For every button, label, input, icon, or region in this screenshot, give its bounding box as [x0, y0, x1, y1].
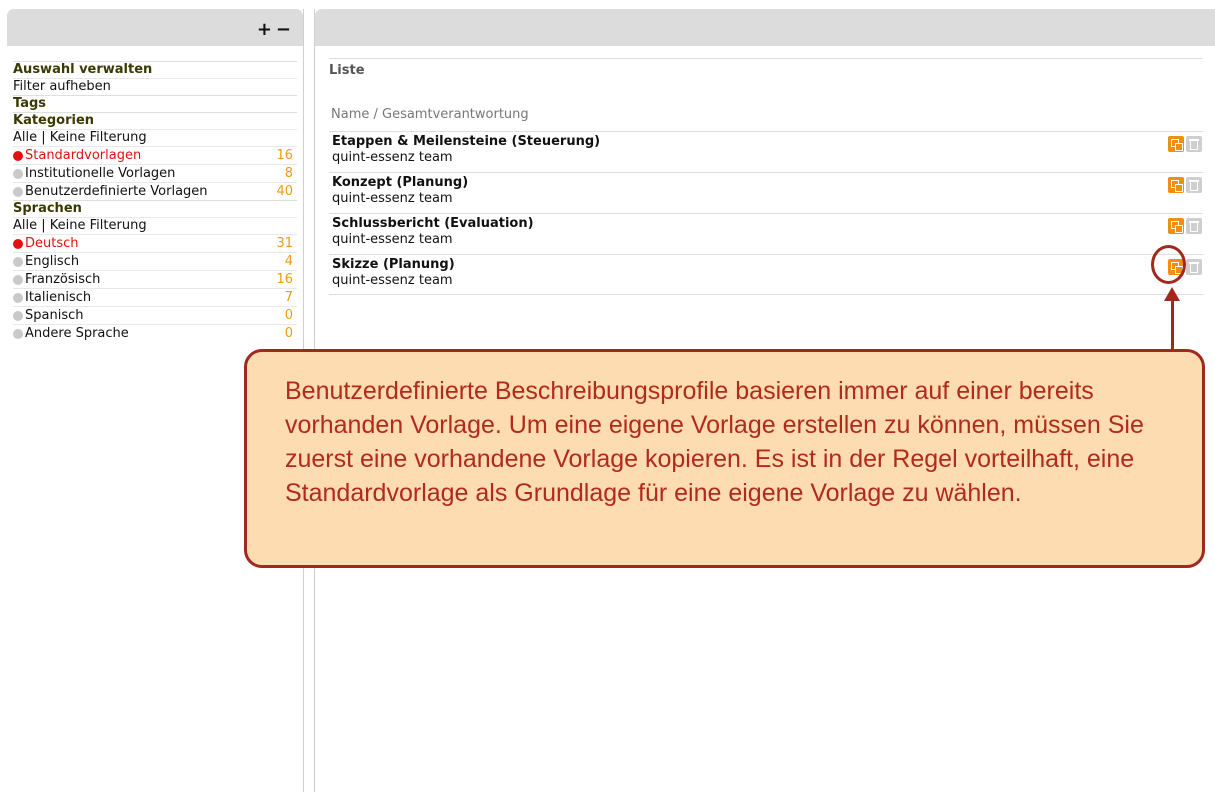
row-actions [1168, 218, 1202, 234]
language-filter-item[interactable]: Italienisch 7 [13, 288, 297, 306]
separator: | [41, 130, 46, 145]
filter-count: 40 [276, 183, 293, 199]
trash-icon[interactable] [1186, 177, 1202, 193]
trash-icon[interactable] [1186, 218, 1202, 234]
language-filter-item[interactable]: Deutsch 31 [13, 234, 297, 252]
tags-section-title[interactable]: Tags [13, 95, 297, 112]
category-filter-item[interactable]: Standardvorlagen 16 [13, 146, 297, 164]
filter-count: 4 [284, 253, 293, 269]
language-filter-item[interactable]: Französisch 16 [13, 270, 297, 288]
categories-filter-links: Alle | Keine Filterung [13, 129, 297, 146]
filter-count: 16 [276, 147, 293, 163]
inactive-dot-icon [13, 256, 23, 267]
categories-all-link[interactable]: Alle [13, 130, 37, 145]
content-panel-header [315, 9, 1215, 46]
categories-none-link[interactable]: Keine Filterung [50, 130, 147, 145]
trash-icon[interactable] [1186, 136, 1202, 152]
inactive-dot-icon [13, 328, 23, 339]
template-list: Etappen & Meilensteine (Steuerung) quint-… [329, 131, 1203, 295]
language-filter-label: Andere Sprache [13, 326, 129, 342]
trash-icon[interactable] [1186, 259, 1202, 275]
copy-icon[interactable] [1168, 136, 1184, 152]
language-filter-item[interactable]: Spanisch 0 [13, 306, 297, 324]
template-name[interactable]: Konzept (Planung) [332, 173, 1203, 191]
category-filter-label: Institutionelle Vorlagen [13, 166, 175, 182]
filter-label-text: Spanisch [25, 307, 84, 323]
list-title: Liste [329, 58, 1203, 78]
filter-label-text: Französisch [25, 271, 101, 287]
language-list: Deutsch 31 Englisch 4 Französisch 16 Italienis… [13, 234, 297, 342]
active-dot-icon [13, 238, 23, 249]
language-filter-label: Englisch [13, 254, 79, 270]
column-header[interactable]: Name / Gesamtverantwortung [331, 107, 529, 122]
inactive-dot-icon [13, 168, 23, 179]
languages-filter-links: Alle | Keine Filterung [13, 217, 297, 234]
filter-label-text: Benutzerdefinierte Vorlagen [25, 183, 208, 199]
filter-panel-header: +− [7, 9, 303, 46]
row-actions [1168, 177, 1202, 193]
filter-label-text: Institutionelle Vorlagen [25, 165, 176, 181]
filter-label-text: Andere Sprache [25, 325, 129, 341]
filter-count: 8 [284, 165, 293, 181]
copy-icon[interactable] [1168, 177, 1184, 193]
template-name[interactable]: Skizze (Planung) [332, 255, 1203, 273]
table-row[interactable]: Skizze (Planung) quint-essenz team [329, 254, 1203, 295]
language-filter-label: Französisch [13, 272, 100, 288]
template-owner: quint-essenz team [332, 150, 453, 165]
filter-count: 7 [284, 289, 293, 305]
table-row[interactable]: Konzept (Planung) quint-essenz team [329, 172, 1203, 213]
filter-count: 0 [284, 325, 293, 341]
language-filter-item[interactable]: Englisch 4 [13, 252, 297, 270]
table-row[interactable]: Schlussbericht (Evaluation) quint-essenz … [329, 213, 1203, 254]
template-owner: quint-essenz team [332, 273, 453, 288]
category-list: Standardvorlagen 16 Institutionelle Vorlag… [13, 146, 297, 200]
table-row[interactable]: Etappen & Meilensteine (Steuerung) quint-… [329, 131, 1203, 172]
callout-arrow-line [1171, 300, 1174, 350]
category-filter-label: Standardvorlagen [13, 148, 141, 164]
filter-count: 16 [276, 271, 293, 287]
active-dot-icon [13, 150, 23, 161]
languages-section-title: Sprachen [13, 200, 297, 217]
template-name[interactable]: Etappen & Meilensteine (Steuerung) [332, 132, 1203, 150]
categories-section-title: Kategorien [13, 112, 297, 129]
copy-icon[interactable] [1168, 218, 1184, 234]
panel-tools: +− [257, 19, 295, 40]
collapse-button[interactable]: − [276, 19, 295, 40]
language-filter-item[interactable]: Andere Sprache 0 [13, 324, 297, 342]
filter-label-text: Italienisch [25, 289, 92, 305]
manage-section-title: Auswahl verwalten [13, 61, 297, 78]
callout-arrow-head [1164, 287, 1180, 301]
template-name[interactable]: Schlussbericht (Evaluation) [332, 214, 1203, 232]
template-owner: quint-essenz team [332, 191, 453, 206]
reset-filter-link[interactable]: Filter aufheben [13, 78, 297, 95]
help-callout: Benutzerdefinierte Beschreibungsprofile … [244, 349, 1205, 568]
filter-label-text: Englisch [25, 253, 80, 269]
filter-count: 31 [276, 235, 293, 251]
category-filter-item[interactable]: Institutionelle Vorlagen 8 [13, 164, 297, 182]
template-owner: quint-essenz team [332, 232, 453, 247]
expand-button[interactable]: + [257, 19, 276, 40]
category-filter-label: Benutzerdefinierte Vorlagen [13, 184, 208, 200]
row-actions [1168, 136, 1202, 152]
filter-label-text: Standardvorlagen [25, 147, 142, 163]
filter-label-text: Deutsch [25, 235, 79, 251]
inactive-dot-icon [13, 292, 23, 303]
filter-count: 0 [284, 307, 293, 323]
languages-all-link[interactable]: Alle [13, 218, 37, 233]
highlight-ring [1151, 245, 1186, 284]
language-filter-label: Italienisch [13, 290, 91, 306]
languages-none-link[interactable]: Keine Filterung [50, 218, 147, 233]
inactive-dot-icon [13, 186, 23, 197]
language-filter-label: Spanisch [13, 308, 83, 324]
language-filter-label: Deutsch [13, 236, 79, 252]
category-filter-item[interactable]: Benutzerdefinierte Vorlagen 40 [13, 182, 297, 200]
separator: | [41, 218, 46, 233]
inactive-dot-icon [13, 274, 23, 285]
inactive-dot-icon [13, 310, 23, 321]
